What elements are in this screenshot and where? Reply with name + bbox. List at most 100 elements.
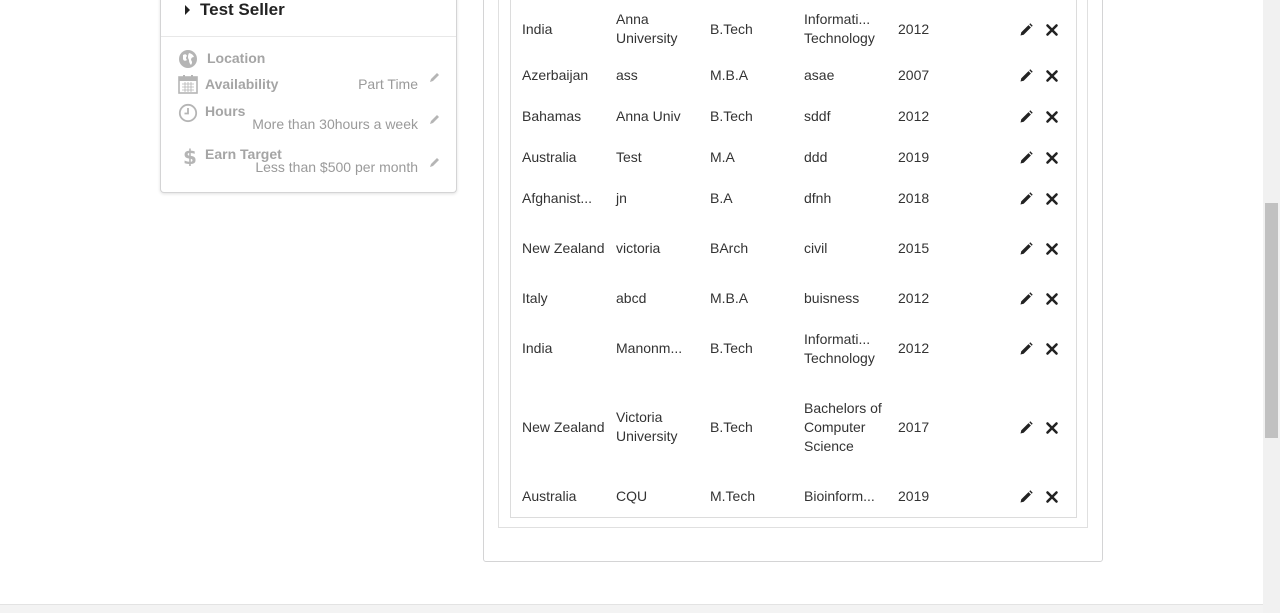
year-cell: 2019 [898,488,930,504]
row-actions [988,278,1076,319]
calendar-icon [178,75,198,94]
country-cell: Italy [522,290,548,306]
degree-cell: M.B.A [710,67,749,83]
edit-earn-target-pencil-icon[interactable] [428,157,440,169]
degree-cell: B.Tech [710,108,753,124]
country-cell: Australia [522,149,577,165]
hours-value: More than 30hours a week [252,116,418,132]
country-cell: India [522,340,553,356]
education-inner-panel: India Anna University B.Tech Informati... T… [498,0,1088,528]
university-cell: ass [616,67,638,83]
table-row: New Zealand victoria BArch civil 2015 [511,219,1076,278]
field-cell: civil [804,240,828,256]
pencil-icon[interactable] [1019,23,1033,37]
pencil-icon[interactable] [1019,342,1033,356]
close-icon[interactable] [1045,110,1059,124]
row-actions [988,137,1076,178]
row-actions [988,55,1076,96]
degree-cell: B.Tech [710,418,753,435]
field-cell: sddf [804,108,831,124]
location-row: Location [178,49,440,69]
year-cell: 2012 [898,108,930,124]
seller-name: Test Seller [200,0,285,19]
close-icon[interactable] [1045,421,1059,435]
university-cell: Manonm... [616,340,683,356]
table-row: India Manonm... B.Tech Informati... Technol… [511,319,1076,378]
field-cell: Bachelors of Computer Science [804,399,882,454]
seller-name-header[interactable]: Test Seller [185,0,285,20]
country-cell: Bahamas [522,108,582,124]
field-cell: buisness [804,290,860,306]
degree-cell: B.Tech [710,20,753,37]
row-actions [988,219,1076,278]
table-row: Australia CQU M.Tech Bioinform... 2019 [511,476,1076,517]
scrollbar-thumb[interactable] [1265,203,1278,438]
hours-label: Hours [205,103,246,119]
field-cell: asae [804,67,835,83]
table-row: New Zealand Victoria University B.Tech Bach… [511,378,1076,476]
education-table: India Anna University B.Tech Informati... T… [511,0,1076,517]
pencil-icon[interactable] [1019,292,1033,306]
close-icon[interactable] [1045,490,1059,504]
close-icon[interactable] [1045,69,1059,83]
table-row: Australia Test M.A ddd 2019 [511,137,1076,178]
close-icon[interactable] [1045,23,1059,37]
close-icon[interactable] [1045,242,1059,256]
degree-cell: B.A [710,190,733,206]
table-row: Bahamas Anna Univ B.Tech sddf 2012 [511,96,1076,137]
country-cell: New Zealand [522,240,605,256]
year-cell: 2017 [898,418,930,435]
country-cell: India [522,20,553,37]
university-cell: victoria [616,240,661,256]
country-cell: New Zealand [522,418,605,435]
university-cell: Anna Univ [616,108,681,124]
hours-row: Hours More than 30hours a week [178,103,440,143]
year-cell: 2015 [898,240,930,256]
university-cell: abcd [616,290,647,306]
country-cell: Azerbaijan [522,67,589,83]
seller-profile-card: Test Seller Location Availability Part T… [160,0,457,193]
page-footer-strip [0,604,1263,613]
degree-cell: M.A [710,149,735,165]
pencil-icon[interactable] [1019,69,1033,83]
table-row: Italy abcd M.B.A buisness 2012 [511,278,1076,319]
pencil-icon[interactable] [1019,242,1033,256]
pencil-icon[interactable] [1019,421,1033,435]
edit-availability-pencil-icon[interactable] [428,72,440,84]
university-cell: CQU [616,488,648,504]
year-cell: 2019 [898,149,930,165]
row-actions [988,378,1076,476]
pencil-icon[interactable] [1019,110,1033,124]
degree-cell: BArch [710,240,749,256]
dollar-icon: $ [183,146,197,166]
row-actions [988,3,1076,55]
row-actions [988,319,1076,378]
close-icon[interactable] [1045,292,1059,306]
availability-label: Availability [205,76,279,92]
year-cell: 2007 [898,67,930,83]
year-cell: 2012 [898,340,930,356]
field-cell: Informati... Technology [804,330,875,366]
year-cell: 2012 [898,290,930,306]
caret-right-icon [185,5,190,15]
table-row: Azerbaijan ass M.B.A asae 2007 [511,55,1076,96]
university-cell: jn [616,190,627,206]
country-cell: Afghanist... [522,190,593,206]
country-cell: Australia [522,488,577,504]
edit-hours-pencil-icon[interactable] [428,114,440,126]
earn-target-value: Less than $500 per month [255,159,418,175]
divider [161,36,456,37]
close-icon[interactable] [1045,192,1059,206]
field-cell: Bioinform... [804,488,875,504]
pencil-icon[interactable] [1019,151,1033,165]
pencil-icon[interactable] [1019,490,1033,504]
degree-cell: M.Tech [710,488,756,504]
pencil-icon[interactable] [1019,192,1033,206]
degree-cell: M.B.A [710,290,749,306]
close-icon[interactable] [1045,342,1059,356]
education-table-wrapper: India Anna University B.Tech Informati... T… [510,0,1077,518]
field-cell: ddd [804,149,828,165]
close-icon[interactable] [1045,151,1059,165]
vertical-scrollbar[interactable] [1263,0,1280,613]
availability-row: Availability Part Time [178,73,440,98]
